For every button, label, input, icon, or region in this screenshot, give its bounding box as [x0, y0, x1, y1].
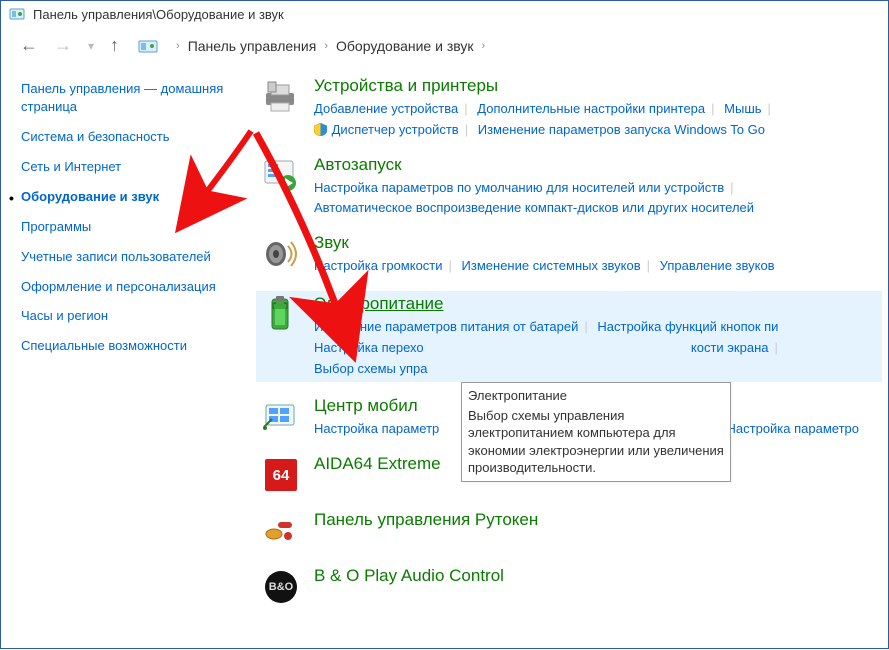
- sidebar-item-accounts[interactable]: Учетные записи пользователей: [21, 249, 246, 266]
- sidebar-item-system[interactable]: Система и безопасность: [21, 129, 246, 146]
- up-arrow-icon[interactable]: ↑: [107, 35, 122, 56]
- speaker-icon: [260, 233, 302, 275]
- chevron-right-icon[interactable]: ›: [324, 40, 328, 52]
- tooltip-title: Электропитание: [468, 387, 724, 405]
- back-arrow-icon[interactable]: ←: [17, 35, 41, 56]
- window-title: Панель управления\Оборудование и звук: [33, 7, 284, 22]
- sidebar-item-programs[interactable]: Программы: [21, 219, 246, 236]
- link-device-manager[interactable]: Диспетчер устройств: [332, 122, 459, 137]
- link-add-device[interactable]: Добавление устройства: [314, 101, 458, 116]
- content: Устройства и принтеры Добавление устройс…: [256, 76, 888, 622]
- link-battery-settings[interactable]: Изменение параметров питания от батарей: [314, 319, 578, 334]
- battery-icon: [260, 294, 302, 336]
- tooltip-body: Выбор схемы управления электропитанием к…: [468, 407, 724, 477]
- chevron-right-icon[interactable]: ›: [482, 40, 486, 52]
- category-sound: Звук Настройка громкости| Изменение сист…: [256, 233, 882, 277]
- history-dropdown-icon[interactable]: ▾: [85, 39, 97, 53]
- category-title-bo[interactable]: B & O Play Audio Control: [314, 566, 882, 586]
- category-title-power[interactable]: Электропитание: [314, 294, 882, 314]
- category-title-autoplay[interactable]: Автозапуск: [314, 155, 882, 175]
- titlebar: Панель управления\Оборудование и звук: [1, 1, 888, 27]
- category-links-power: Изменение параметров питания от батарей|…: [314, 317, 882, 379]
- bo-icon: B&O: [260, 566, 302, 608]
- printer-icon: [260, 76, 302, 118]
- chevron-right-icon[interactable]: ›: [176, 40, 180, 52]
- sidebar-home-link[interactable]: Панель управления — домашняя страница: [21, 80, 246, 115]
- link-button-functions[interactable]: Настройка функций кнопок пи: [597, 319, 778, 334]
- aida64-icon: 64: [260, 454, 302, 496]
- sidebar-item-appearance[interactable]: Оформление и персонализация: [21, 279, 246, 296]
- breadcrumb-current[interactable]: Оборудование и звук: [336, 38, 474, 54]
- sidebar-item-hardware[interactable]: Оборудование и звук: [21, 189, 246, 206]
- category-title-devices[interactable]: Устройства и принтеры: [314, 76, 882, 96]
- link-mouse[interactable]: Мышь: [724, 101, 761, 116]
- category-devices: Устройства и принтеры Добавление устройс…: [256, 76, 882, 141]
- link-windows-togo[interactable]: Изменение параметров запуска Windows To …: [478, 122, 765, 137]
- link-printer-settings[interactable]: Дополнительные настройки принтера: [477, 101, 705, 116]
- category-autoplay: Автозапуск Настройка параметров по умолч…: [256, 155, 882, 220]
- link-volume[interactable]: Настройка громкости: [314, 258, 443, 273]
- breadcrumb-icon: [138, 37, 160, 55]
- link-mobility-settings2[interactable]: Настройка параметро: [727, 421, 860, 436]
- sidebar-item-clock[interactable]: Часы и регион: [21, 308, 246, 325]
- category-title-sound[interactable]: Звук: [314, 233, 882, 253]
- sidebar: Панель управления — домашняя страница Си…: [1, 76, 256, 622]
- category-power: Электропитание Изменение параметров пита…: [256, 291, 882, 382]
- navbar: ← → ▾ ↑ › Панель управления › Оборудован…: [1, 27, 888, 66]
- link-power-plan[interactable]: Выбор схемы упра: [314, 361, 428, 376]
- autoplay-icon: [260, 155, 302, 197]
- mobility-icon: [260, 396, 302, 438]
- category-links-sound: Настройка громкости| Изменение системных…: [314, 256, 882, 277]
- link-system-sounds[interactable]: Изменение системных звуков: [462, 258, 641, 273]
- breadcrumb-root[interactable]: Панель управления: [188, 38, 317, 54]
- category-links-autoplay: Настройка параметров по умолчанию для но…: [314, 178, 882, 220]
- control-panel-icon: [9, 6, 27, 22]
- tooltip: Электропитание Выбор схемы управления эл…: [461, 382, 731, 482]
- breadcrumb: › Панель управления › Оборудование и зву…: [176, 38, 485, 54]
- link-sleep-settings[interactable]: Настройка перехо: [314, 340, 424, 355]
- forward-arrow-icon[interactable]: →: [51, 35, 75, 56]
- sidebar-item-accessibility[interactable]: Специальные возможности: [21, 338, 246, 355]
- link-brightness[interactable]: кости экрана: [691, 340, 769, 355]
- category-title-rutoken[interactable]: Панель управления Рутокен: [314, 510, 882, 530]
- sidebar-item-network[interactable]: Сеть и Интернет: [21, 159, 246, 176]
- link-cd-autoplay[interactable]: Автоматическое воспроизведение компакт-д…: [314, 200, 754, 215]
- category-bo: B&O B & O Play Audio Control: [256, 566, 882, 608]
- category-links-devices: Добавление устройства| Дополнительные на…: [314, 99, 882, 141]
- shield-icon: [314, 123, 327, 136]
- main-area: Панель управления — домашняя страница Си…: [1, 66, 888, 622]
- rutoken-icon: [260, 510, 302, 552]
- category-rutoken: Панель управления Рутокен: [256, 510, 882, 552]
- link-manage-sounds[interactable]: Управление звуков: [660, 258, 775, 273]
- link-mobility-settings[interactable]: Настройка параметр: [314, 421, 439, 436]
- link-media-defaults[interactable]: Настройка параметров по умолчанию для но…: [314, 180, 724, 195]
